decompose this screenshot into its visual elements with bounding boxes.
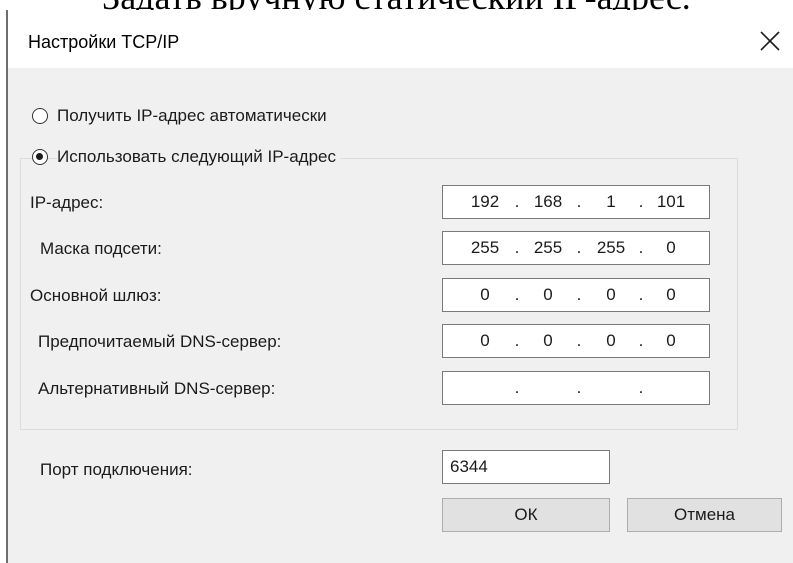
ip-dot: .: [576, 378, 582, 397]
subnet-mask-input[interactable]: 255 . 255 . 255 . 0: [442, 231, 710, 265]
mask-octet: 255: [470, 238, 500, 257]
ip-dot: .: [514, 378, 520, 397]
radio-manual-ip[interactable]: Использовать следующий IP-адрес: [32, 147, 341, 167]
gateway-input[interactable]: 0 . 0 . 0 . 0: [442, 278, 710, 312]
dialog-body: Получить IP-адрес автоматически Использо…: [8, 68, 793, 563]
ip-dot: .: [576, 238, 582, 257]
port-input[interactable]: 6344: [442, 450, 610, 484]
gateway-label: Основной шлюз:: [30, 286, 162, 305]
close-icon: [760, 31, 780, 51]
radio-manual-ip-circle[interactable]: [32, 149, 48, 165]
radio-manual-ip-label: Использовать следующий IP-адрес: [57, 147, 341, 167]
tcpip-settings-dialog: Настройки TCP/IP Получить IP-адрес автом…: [6, 10, 793, 563]
ip-dot: .: [638, 285, 644, 304]
mask-octet: 255: [596, 238, 626, 257]
radio-auto-ip-label: Получить IP-адрес автоматически: [57, 106, 331, 126]
gateway-octet: 0: [666, 285, 676, 304]
ip-dot: .: [514, 285, 520, 304]
preferred-dns-input[interactable]: 0 . 0 . 0 . 0: [442, 324, 710, 358]
cancel-button[interactable]: Отмена: [627, 498, 782, 532]
dns1-octet: 0: [606, 331, 616, 350]
ip-dot: .: [514, 192, 520, 211]
ip-dot: .: [514, 238, 520, 257]
ip-dot: .: [576, 285, 582, 304]
ip-address-input[interactable]: 192 . 168 . 1 . 101: [442, 185, 710, 219]
preferred-dns-label: Предпочитаемый DNS-сервер:: [38, 332, 282, 351]
ip-dot: .: [638, 192, 644, 211]
radio-auto-ip[interactable]: Получить IP-адрес автоматически: [32, 106, 331, 126]
ip-dot: .: [638, 331, 644, 350]
dns1-octet: 0: [480, 331, 490, 350]
radio-auto-ip-circle[interactable]: [32, 108, 48, 124]
ok-button[interactable]: ОК: [442, 498, 610, 532]
dns1-octet: 0: [666, 331, 676, 350]
ip-dot: .: [638, 238, 644, 257]
ip-octet: 101: [656, 192, 686, 211]
dns1-octet: 0: [543, 331, 553, 350]
ip-address-label: IP-адрес:: [30, 193, 104, 212]
title-bar: Настройки TCP/IP: [8, 10, 793, 68]
alternate-dns-input[interactable]: . . .: [442, 371, 710, 405]
subnet-mask-label: Маска подсети:: [40, 239, 162, 258]
ip-octet: 1: [606, 192, 616, 211]
gateway-octet: 0: [606, 285, 616, 304]
ip-dot: .: [638, 378, 644, 397]
dialog-title: Настройки TCP/IP: [28, 32, 180, 52]
port-label: Порт подключения:: [40, 460, 193, 479]
ip-dot: .: [576, 331, 582, 350]
gateway-octet: 0: [480, 285, 490, 304]
close-button[interactable]: [747, 18, 793, 64]
gateway-octet: 0: [543, 285, 553, 304]
mask-octet: 0: [666, 238, 676, 257]
alternate-dns-label: Альтернативный DNS-сервер:: [38, 379, 276, 398]
ip-octet: 168: [533, 192, 563, 211]
mask-octet: 255: [533, 238, 563, 257]
ip-dot: .: [514, 331, 520, 350]
ip-octet: 192: [470, 192, 500, 211]
ip-dot: .: [576, 192, 582, 211]
